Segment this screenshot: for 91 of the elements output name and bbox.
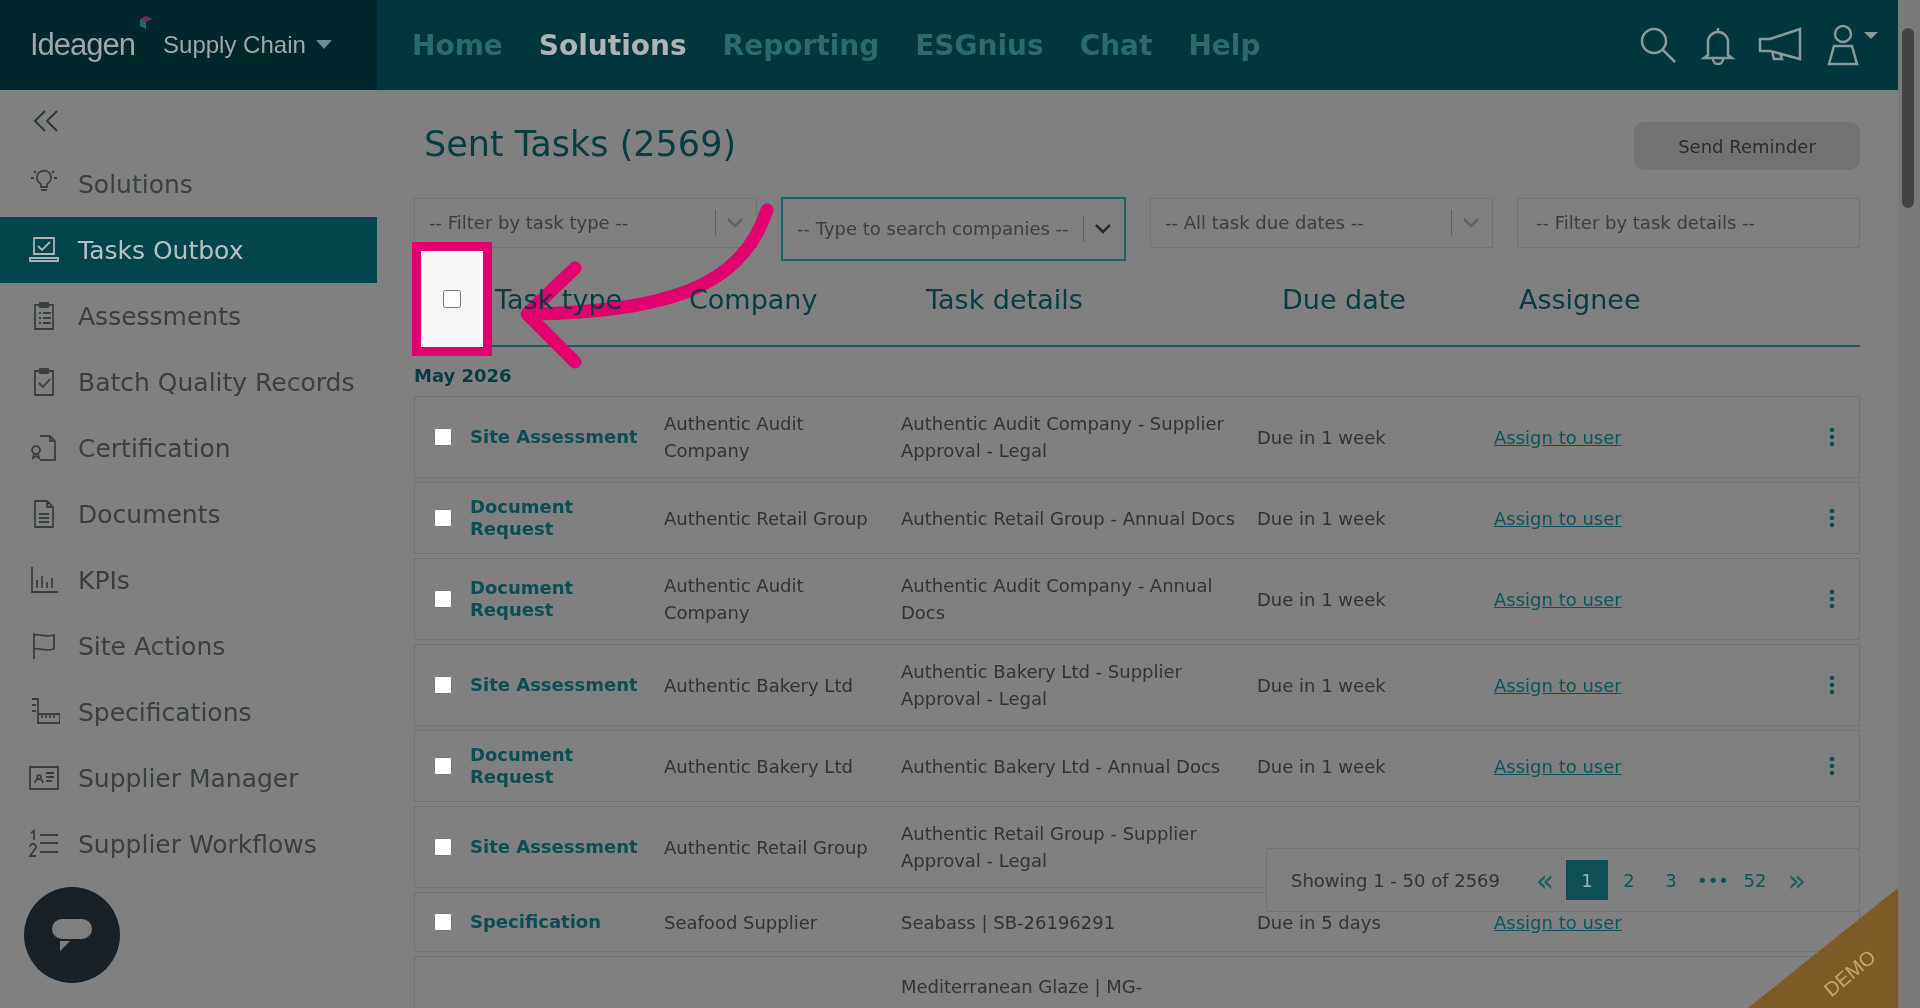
more-icon[interactable] bbox=[1829, 675, 1835, 695]
task-type-link[interactable]: Document Request bbox=[470, 496, 650, 540]
row-checkbox[interactable] bbox=[433, 757, 452, 775]
bell-icon[interactable] bbox=[1700, 25, 1736, 65]
page-button[interactable]: 52 bbox=[1734, 860, 1777, 900]
page-title: Sent Tasks (2569) bbox=[424, 124, 737, 164]
more-icon[interactable] bbox=[1829, 427, 1835, 447]
caret-icon bbox=[315, 40, 332, 50]
scrollbar[interactable] bbox=[1898, 0, 1920, 1008]
task-type-link[interactable]: Specification bbox=[470, 911, 650, 933]
row-checkbox[interactable] bbox=[433, 428, 452, 446]
filter-field[interactable]: -- All task due dates -- bbox=[1150, 198, 1493, 248]
task-details-cell: Authentic Bakery Ltd - Supplier Approval - Legal bbox=[901, 661, 1182, 709]
product-switcher[interactable]: Supply Chain bbox=[163, 31, 306, 59]
select-all-checkbox[interactable] bbox=[443, 290, 461, 308]
company-cell: Authentic Bakery Ltd bbox=[664, 674, 853, 696]
page-button[interactable]: ••• bbox=[1692, 860, 1735, 900]
more-icon[interactable] bbox=[1829, 756, 1835, 776]
task-type-link[interactable]: Site Assessment bbox=[470, 674, 650, 696]
task-details-cell: Authentic Audit Company - Annual Docs bbox=[901, 575, 1213, 623]
due-date-cell: Due in 1 week bbox=[1257, 507, 1386, 529]
column-header: Company bbox=[689, 283, 819, 315]
company-cell: Authentic Retail Group bbox=[664, 836, 868, 858]
column-header: Assignee bbox=[1519, 283, 1642, 315]
sidebar-item[interactable]: KPIs bbox=[0, 547, 377, 613]
row-checkbox[interactable] bbox=[433, 590, 452, 608]
page-button[interactable]: 2 bbox=[1608, 860, 1651, 900]
task-details-cell: Authentic Bakery Ltd - Annual Docs bbox=[901, 755, 1221, 777]
due-date-cell: Due in 1 week bbox=[1257, 426, 1386, 448]
company-cell: Seafood Supplier bbox=[664, 911, 818, 933]
bar-chart-icon bbox=[28, 564, 60, 596]
filter-field[interactable]: -- Type to search companies -- bbox=[781, 197, 1126, 261]
column-header: Task details bbox=[926, 283, 1084, 315]
sidebar-item[interactable]: Supplier Workflows bbox=[0, 811, 377, 877]
sidebar-item[interactable]: Certification bbox=[0, 415, 377, 481]
page-button[interactable]: 1 bbox=[1566, 860, 1609, 900]
sidebar-item[interactable]: Site Actions bbox=[0, 613, 377, 679]
send-reminder-button[interactable]: Send Reminder bbox=[1634, 122, 1860, 170]
company-cell: Authentic Retail Group bbox=[664, 507, 868, 529]
row-checkbox[interactable] bbox=[433, 838, 452, 856]
sidebar-item[interactable]: Assessments bbox=[0, 283, 377, 349]
task-details-cell: Mediterranean Glaze | MG- bbox=[901, 975, 1143, 997]
row-checkbox[interactable] bbox=[433, 676, 452, 694]
sidebar-item[interactable]: Supplier Manager bbox=[0, 745, 377, 811]
sidebar-item[interactable]: Specifications bbox=[0, 679, 377, 745]
due-date-cell: Due in 1 week bbox=[1257, 674, 1386, 696]
numbered-list-icon bbox=[28, 828, 60, 860]
task-type-link[interactable]: Document Request bbox=[470, 577, 650, 621]
task-details-cell: Seabass | SB-26196291 bbox=[901, 911, 1116, 933]
megaphone-icon[interactable] bbox=[1758, 27, 1804, 63]
company-cell: Authentic Audit Company bbox=[664, 575, 804, 623]
company-cell: Authentic Audit Company bbox=[664, 413, 804, 461]
task-details-cell: Authentic Retail Group - Annual Docs bbox=[901, 507, 1236, 529]
last-page-button[interactable]: » bbox=[1776, 860, 1819, 900]
task-type-link[interactable]: Site Assessment bbox=[470, 836, 650, 858]
assign-link[interactable]: Assign to user bbox=[1494, 426, 1622, 448]
nav-link[interactable]: Solutions bbox=[538, 28, 687, 62]
task-details-cell: Authentic Audit Company - Supplier Approval - Legal bbox=[901, 413, 1224, 461]
due-date-cell: Due in 1 week bbox=[1257, 588, 1386, 610]
collapse-icon[interactable] bbox=[33, 110, 59, 132]
column-header: Due date bbox=[1282, 283, 1407, 315]
more-icon[interactable] bbox=[1829, 508, 1835, 528]
user-icon[interactable] bbox=[1826, 24, 1880, 66]
sidebar-item[interactable]: Batch Quality Records bbox=[0, 349, 377, 415]
task-type-link[interactable]: Document Request bbox=[470, 744, 650, 788]
chevron-down-icon bbox=[726, 217, 744, 229]
first-page-button[interactable]: « bbox=[1524, 860, 1567, 900]
logo[interactable]: Ideagen bbox=[30, 27, 136, 63]
row-checkbox[interactable] bbox=[433, 509, 452, 527]
assign-link[interactable]: Assign to user bbox=[1494, 911, 1622, 933]
task-type-link[interactable]: Site Assessment bbox=[470, 426, 650, 448]
chevron-down-icon bbox=[1094, 223, 1112, 235]
task-details-cell: Authentic Retail Group - Supplier Approval - Legal bbox=[901, 823, 1197, 871]
page-button[interactable]: 3 bbox=[1650, 860, 1693, 900]
row-checkbox[interactable] bbox=[433, 913, 452, 931]
sidebar-item[interactable]: Tasks Outbox bbox=[0, 217, 377, 283]
chevron-down-icon bbox=[1462, 217, 1480, 229]
assign-link[interactable]: Assign to user bbox=[1494, 674, 1622, 696]
group-heading: May 2026 bbox=[414, 365, 513, 386]
assign-link[interactable]: Assign to user bbox=[1494, 755, 1622, 777]
pagination-summary: Showing 1 - 50 of 2569 bbox=[1291, 869, 1501, 891]
assign-link[interactable]: Assign to user bbox=[1494, 588, 1622, 610]
sidebar-item[interactable]: Solutions bbox=[0, 151, 377, 217]
company-cell: Authentic Bakery Ltd bbox=[664, 755, 853, 777]
due-date-cell: Due in 5 days bbox=[1257, 911, 1381, 933]
more-icon[interactable] bbox=[1829, 589, 1835, 609]
filter-field[interactable]: -- Filter by task details -- bbox=[1517, 198, 1860, 248]
due-date-cell: Due in 1 week bbox=[1257, 755, 1386, 777]
search-icon[interactable] bbox=[1638, 25, 1678, 65]
sidebar-item[interactable]: Documents bbox=[0, 481, 377, 547]
assign-link[interactable]: Assign to user bbox=[1494, 507, 1622, 529]
